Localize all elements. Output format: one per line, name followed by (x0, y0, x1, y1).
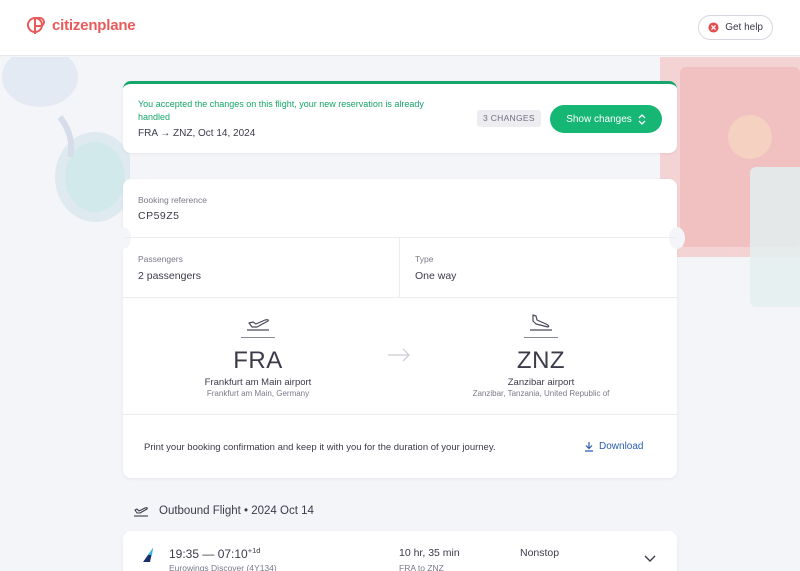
booking-reference-label: Booking reference (138, 195, 207, 205)
logo[interactable]: citizenplane (26, 14, 136, 36)
destination-underline (524, 337, 558, 338)
arrow-right-icon (388, 348, 410, 362)
download-label: Download (599, 441, 644, 452)
flight-route: FRA to ZNZ (399, 563, 444, 571)
ticket-notch-right (669, 227, 685, 249)
outbound-plane-icon (134, 507, 148, 517)
top-bar: citizenplane Get help (0, 0, 800, 56)
changes-count-badge: 3 CHANGES (477, 110, 541, 127)
passengers-value: 2 passengers (138, 270, 202, 282)
flight-stops: Nonstop (520, 547, 560, 559)
print-confirmation-text: Print your booking confirmation and keep… (144, 442, 496, 453)
show-changes-button[interactable]: Show changes (550, 105, 662, 133)
airline-logo-icon (143, 548, 153, 562)
download-icon (585, 442, 593, 452)
day-offset: +1d (247, 546, 261, 555)
origin-airport: Frankfurt am Main airport (204, 377, 312, 388)
trip-type-label: Type (415, 254, 434, 264)
flight-times: 19:35 — 07:10+1d (169, 546, 260, 561)
divider (123, 237, 677, 238)
sunglasses-decoration (2, 57, 130, 222)
booking-details-card: Booking reference CP59Z5 Passengers 2 pa… (115, 179, 685, 478)
chevron-down-icon[interactable] (644, 555, 656, 563)
arrival-plane-icon (530, 314, 552, 331)
flight-times-text: 19:35 — 07:10 (169, 547, 248, 561)
passengers-label: Passengers (138, 254, 183, 264)
changes-notice-card: You accepted the changes on this flight,… (123, 81, 677, 153)
notice-route: FRA → ZNZ, Oct 14, 2024 (138, 128, 256, 139)
ticket-notch-left (115, 227, 131, 249)
get-help-label: Get help (725, 22, 763, 33)
origin-underline (241, 337, 275, 338)
citizenplane-logo-icon (27, 17, 45, 34)
vertical-divider (399, 238, 400, 297)
departure-plane-icon (247, 319, 269, 331)
divider (123, 414, 677, 415)
destination-city: Zanzibar, Tanzania, United Republic of (472, 389, 610, 398)
help-circle-icon (708, 22, 719, 33)
destination-code: ZNZ (516, 347, 566, 374)
destination-airport: Zanzibar airport (507, 377, 575, 388)
passport-decoration (660, 57, 800, 307)
divider (123, 297, 677, 298)
carrier-name: Eurowings Discover (4Y134) (169, 563, 277, 571)
trip-type-value: One way (415, 270, 457, 282)
download-button[interactable]: Download (584, 441, 643, 452)
changes-accepted-message: You accepted the changes on this flight,… (138, 99, 424, 122)
show-changes-label: Show changes (566, 113, 632, 125)
origin-code: FRA (233, 347, 283, 374)
logo-text: citizenplane (52, 16, 136, 34)
booking-reference-value: CP59Z5 (138, 210, 180, 222)
flight-segment-card[interactable]: 19:35 — 07:10+1d Eurowings Discover (4Y1… (123, 531, 677, 571)
get-help-button[interactable]: Get help (698, 15, 773, 40)
origin-city: Frankfurt am Main, Germany (206, 389, 310, 398)
chevron-up-down-icon (638, 113, 646, 125)
outbound-flight-title: Outbound Flight • 2024 Oct 14 (159, 505, 314, 517)
flight-duration: 10 hr, 35 min (399, 547, 460, 559)
outbound-flight-heading: Outbound Flight • 2024 Oct 14 (133, 504, 314, 518)
